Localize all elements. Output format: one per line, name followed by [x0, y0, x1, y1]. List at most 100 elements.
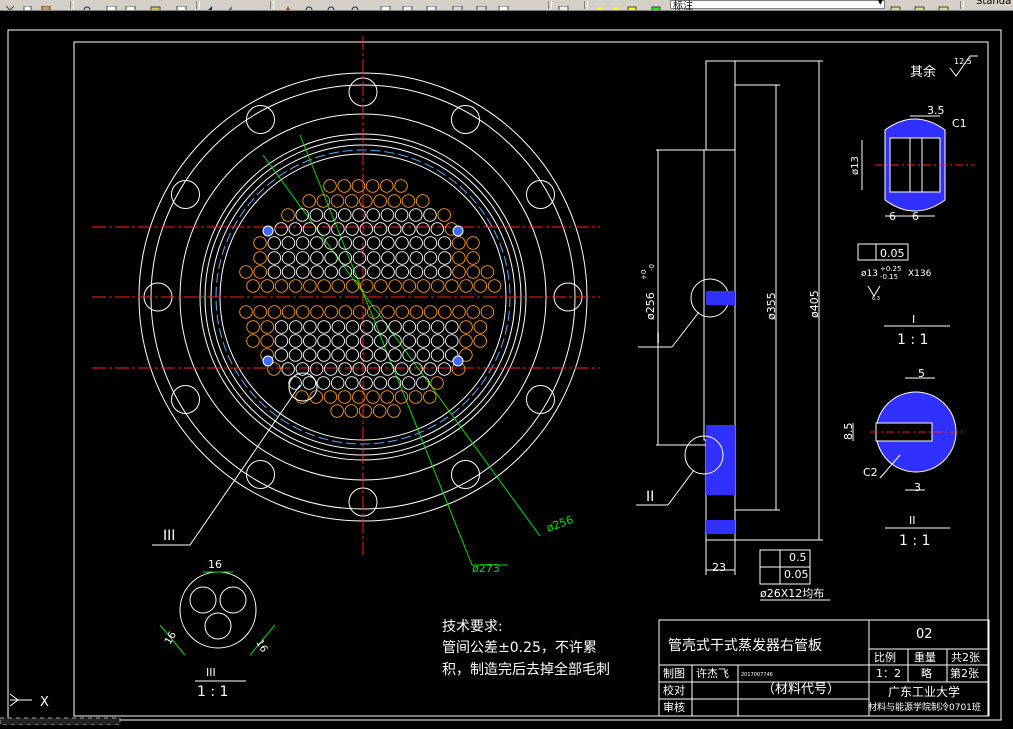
tube-hole [416, 279, 431, 293]
color-icon[interactable] [650, 0, 664, 10]
tube-hole [316, 222, 331, 236]
detail-view-2 [852, 377, 965, 529]
tube-hole [338, 362, 352, 376]
layers-icon[interactable] [938, 0, 952, 10]
roughness-small: 6.3 [872, 296, 880, 302]
dim-diameter-273: ø273 [472, 562, 500, 575]
zoom-icon[interactable] [350, 0, 364, 10]
callout-2-leader [667, 469, 695, 506]
style-icon[interactable] [150, 0, 164, 10]
copy-icon[interactable] [22, 0, 36, 10]
tube-hole [466, 265, 480, 279]
layer-lock-icon[interactable] [626, 0, 640, 10]
toolbar-separator [960, 1, 964, 9]
properties-icon[interactable] [380, 0, 394, 10]
cut-icon[interactable] [4, 0, 18, 10]
pan-icon[interactable] [282, 0, 296, 10]
layout-tabs-strip[interactable] [0, 717, 121, 726]
tube-hole [331, 320, 346, 334]
grid-icon[interactable] [176, 0, 190, 10]
tube-hole [359, 222, 374, 236]
ucs-icon: X [9, 693, 49, 710]
tube-hole [260, 320, 275, 334]
layer-visible-icon[interactable] [594, 0, 608, 10]
tube-hole [317, 320, 331, 334]
toolbar-separator [196, 1, 200, 9]
toolbar-separator [70, 1, 74, 9]
paste-icon[interactable] [40, 0, 54, 10]
tube-hole [260, 334, 274, 348]
tech-req-title: 技术要求: [442, 619, 503, 635]
tube-hole-hatch [706, 291, 735, 305]
tube-hole [409, 251, 424, 265]
layers-icon[interactable] [558, 0, 572, 10]
tube-hole [409, 362, 423, 376]
tube-hole [344, 404, 359, 418]
tube-hole [388, 348, 402, 362]
layer-freeze-icon[interactable] [610, 0, 624, 10]
help-icon[interactable] [476, 0, 490, 10]
tube-hole [430, 348, 445, 362]
tube-hole [239, 305, 253, 319]
undo-icon[interactable] [206, 0, 220, 10]
tube-hole [274, 222, 288, 236]
tube-hole [253, 251, 267, 265]
grid-icon[interactable] [498, 0, 512, 10]
tube-hole [246, 279, 260, 293]
layers-icon[interactable] [426, 0, 440, 10]
tube-hole [373, 376, 388, 390]
department-name: 材料与能源学院制冷0701班 [868, 701, 981, 713]
tube-hole [345, 222, 359, 236]
bolt-hole [246, 460, 275, 489]
tube-hole [459, 279, 473, 293]
bolt-hole [246, 105, 275, 134]
layers-icon[interactable] [914, 0, 928, 10]
approve-label: 审核 [663, 700, 685, 714]
tube-hole [480, 305, 495, 319]
tube-hole [345, 279, 360, 293]
dim-c1: C1 [952, 117, 967, 130]
tube-hole [324, 265, 338, 279]
layers-icon[interactable] [402, 0, 416, 10]
tube-hole [296, 305, 310, 319]
detail-1-scale: 1 : 1 [897, 332, 928, 348]
calculator-icon[interactable] [452, 0, 466, 10]
tube-hole [281, 265, 296, 279]
layers-icon[interactable] [890, 0, 904, 10]
tube-hole [366, 390, 380, 404]
front-view-tube-sheet [92, 36, 600, 566]
zoom-icon[interactable] [326, 0, 340, 10]
tube-hole [409, 236, 423, 250]
bolt-hole [526, 180, 555, 209]
bolt-hole [171, 180, 200, 209]
zoom-icon[interactable] [304, 0, 318, 10]
tie-rod-hole [452, 355, 464, 367]
tube-hole [401, 376, 416, 390]
properties-icon[interactable] [106, 0, 120, 10]
redo-icon[interactable] [226, 0, 240, 10]
tube-hole [331, 279, 346, 293]
copy-icon[interactable] [125, 0, 139, 10]
detail-3-marker-circle [288, 372, 318, 402]
sheet-value: 第2张 [950, 666, 979, 680]
tube-hole [401, 194, 416, 208]
chevron-down-icon[interactable]: ▼ [878, 0, 883, 6]
tube-hole [281, 362, 295, 376]
tube-hole [352, 236, 367, 250]
drawn-id: 2017007746 [741, 672, 773, 678]
front-view-labels: ø256 ø273 III [163, 513, 575, 575]
position-value: 0.05 [784, 568, 809, 581]
layer-dropdown[interactable]: 标注 ▼ [670, 0, 885, 10]
tube-hole [452, 236, 466, 250]
tube-hole [288, 348, 303, 362]
drawn-name: 许杰飞 [696, 667, 729, 680]
tube-hole [423, 390, 437, 404]
tube-hole [344, 194, 359, 208]
tube-hole [452, 251, 466, 265]
drawing-canvas[interactable]: ø256 ø273 III ø256 +0 -0 ø355 ø405 23 0.… [0, 11, 1013, 726]
tube-hole [281, 251, 296, 265]
tube-hole [423, 265, 438, 279]
tube-hole [445, 320, 459, 334]
tube-hole [310, 265, 324, 279]
zoom-icon[interactable] [82, 0, 96, 10]
